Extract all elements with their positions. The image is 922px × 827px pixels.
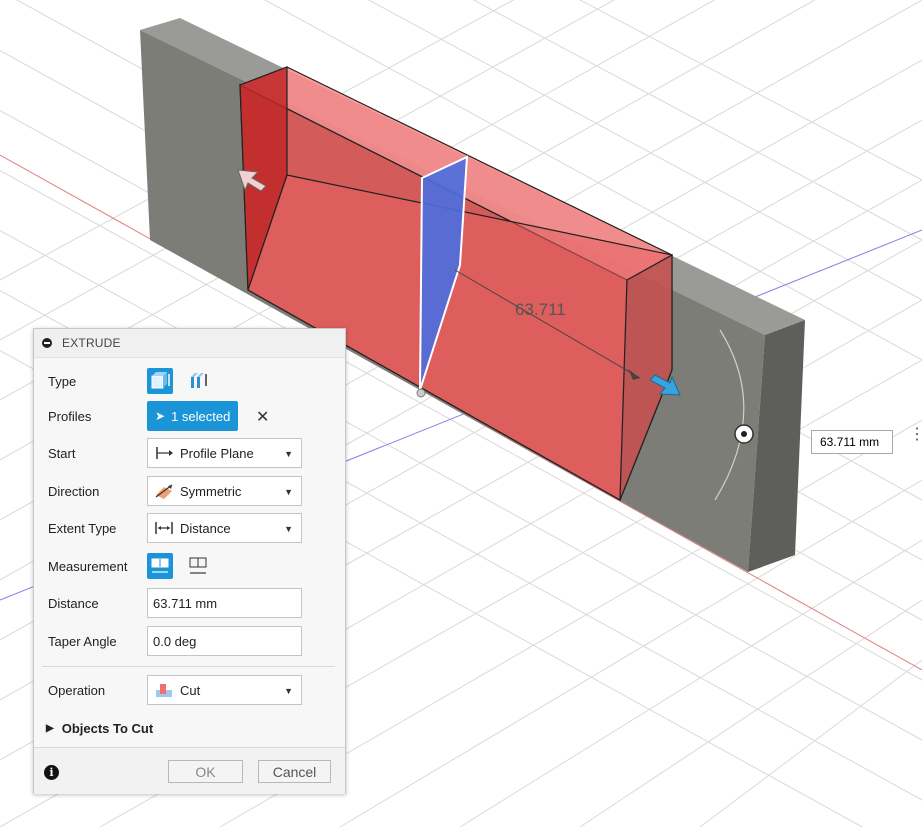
expand-triangle-icon: ▶ bbox=[46, 723, 54, 734]
extrude-dialog: EXTRUDE Type Profiles ➤ 1 selected ✕ Sta… bbox=[33, 328, 346, 794]
direction-row: Direction Symmetric ▼ bbox=[34, 475, 345, 507]
profile-plane-icon bbox=[154, 445, 174, 461]
more-options-icon[interactable]: ⋮ bbox=[909, 427, 922, 443]
chevron-down-icon: ▼ bbox=[284, 487, 293, 497]
start-value: Profile Plane bbox=[180, 445, 254, 461]
objects-to-cut-label: Objects To Cut bbox=[61, 721, 154, 736]
cancel-button[interactable]: Cancel bbox=[258, 760, 331, 783]
dialog-header[interactable]: EXTRUDE bbox=[34, 329, 345, 358]
operation-value: Cut bbox=[180, 682, 201, 698]
dialog-title: EXTRUDE bbox=[62, 336, 121, 350]
direction-dropdown[interactable]: Symmetric ▼ bbox=[147, 476, 302, 506]
profiles-control: ➤ 1 selected ✕ bbox=[147, 401, 269, 431]
extent-type-value: Distance bbox=[180, 520, 231, 536]
origin-point bbox=[416, 388, 426, 398]
taper-angle-row: Taper Angle 0.0 deg bbox=[34, 625, 345, 657]
extent-type-dropdown[interactable]: Distance ▼ bbox=[147, 513, 302, 543]
type-row: Type bbox=[34, 365, 345, 397]
solid-extrude-type-icon[interactable] bbox=[147, 368, 173, 394]
distance-icon bbox=[154, 520, 174, 536]
symmetric-icon bbox=[154, 483, 174, 499]
profiles-select-button[interactable]: ➤ 1 selected bbox=[147, 401, 239, 431]
extent-type-label: Extent Type bbox=[48, 520, 117, 536]
start-label: Start bbox=[48, 445, 76, 461]
taper-angle-label: Taper Angle bbox=[48, 633, 117, 649]
cursor-icon: ➤ bbox=[155, 409, 166, 423]
dimension-input[interactable]: 63.711 mm bbox=[811, 430, 893, 454]
start-dropdown[interactable]: Profile Plane ▼ bbox=[147, 438, 302, 468]
cut-icon bbox=[154, 682, 174, 698]
operation-label: Operation bbox=[48, 682, 106, 698]
chevron-down-icon: ▼ bbox=[284, 449, 293, 459]
direction-label: Direction bbox=[48, 483, 100, 499]
profiles-selected-count: 1 selected bbox=[171, 408, 231, 424]
info-icon[interactable]: i bbox=[44, 765, 59, 780]
profiles-row: Profiles ➤ 1 selected ✕ bbox=[34, 400, 345, 432]
start-row: Start Profile Plane ▼ bbox=[34, 437, 345, 469]
dimension-input-widget: 63.711 mm ⋮ bbox=[797, 427, 922, 458]
measure-from-profile-icon[interactable] bbox=[147, 553, 173, 579]
type-options bbox=[147, 368, 219, 394]
chevron-down-icon: ▼ bbox=[284, 524, 293, 534]
objects-to-cut-toggle[interactable]: ▶ Objects To Cut bbox=[46, 721, 153, 736]
measurement-label: Measurement bbox=[48, 558, 128, 574]
profiles-label: Profiles bbox=[48, 408, 92, 424]
type-label: Type bbox=[48, 373, 77, 389]
dimension-label[interactable]: 63.711 bbox=[515, 300, 566, 320]
chevron-down-icon: ▼ bbox=[284, 686, 293, 696]
extent-type-row: Extent Type Distance ▼ bbox=[34, 512, 345, 544]
thin-extrude-type-icon[interactable] bbox=[185, 368, 211, 394]
distance-label: Distance bbox=[48, 595, 99, 611]
measurement-row: Measurement bbox=[34, 550, 345, 582]
distance-input[interactable]: 63.711 mm bbox=[147, 588, 302, 618]
collapse-icon[interactable] bbox=[42, 338, 52, 348]
operation-row: Operation Cut ▼ bbox=[34, 674, 345, 706]
operation-dropdown[interactable]: Cut ▼ bbox=[147, 675, 302, 705]
dialog-footer: i OK Cancel bbox=[34, 747, 345, 794]
measure-from-face-icon[interactable] bbox=[185, 553, 211, 579]
distance-row: Distance 63.711 mm bbox=[34, 587, 345, 619]
divider bbox=[42, 666, 335, 667]
direction-value: Symmetric bbox=[180, 483, 242, 499]
measurement-options bbox=[147, 553, 219, 579]
taper-angle-input[interactable]: 0.0 deg bbox=[147, 626, 302, 656]
clear-selection-icon[interactable]: ✕ bbox=[256, 407, 269, 427]
ok-button[interactable]: OK bbox=[168, 760, 243, 783]
